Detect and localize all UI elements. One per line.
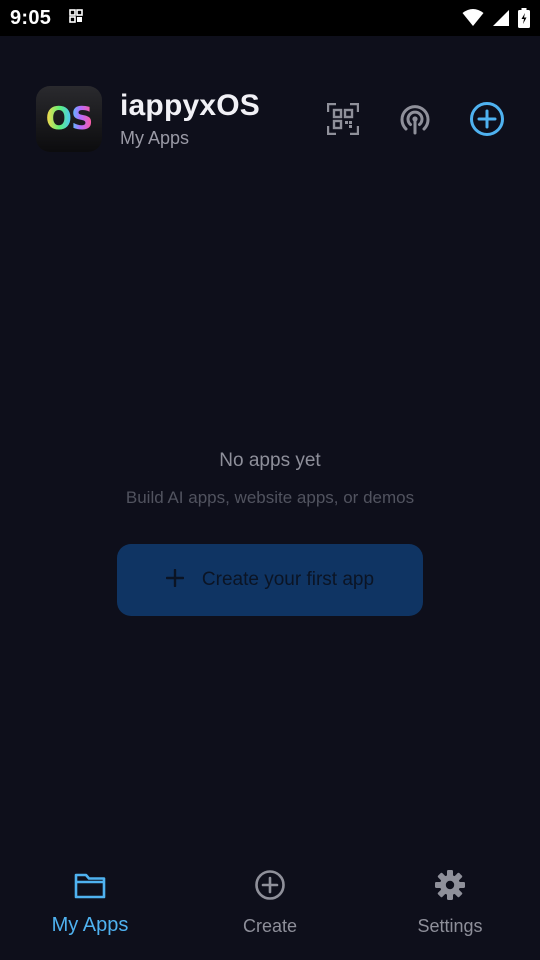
nav-item-settings[interactable]: Settings [360, 869, 540, 960]
qr-scan-button[interactable] [324, 102, 362, 140]
page-subtitle: My Apps [120, 128, 190, 148]
create-first-app-button[interactable]: Create your first app [117, 544, 423, 616]
qr-scan-icon [326, 102, 360, 140]
broadcast-icon [398, 102, 432, 141]
nav-label-create: Create [242, 916, 298, 936]
page-title: iappyxOS [120, 89, 260, 122]
add-circle-icon [254, 869, 286, 906]
app-logo: OS [36, 86, 102, 152]
broadcast-button[interactable] [396, 102, 434, 140]
app-header: OS iappyxOS My Apps [36, 86, 506, 154]
nav-label-settings: Settings [417, 916, 483, 936]
notification-grid-icon [69, 8, 84, 28]
status-time: 9:05 [10, 6, 52, 29]
empty-state: No apps yet Build AI apps, website apps,… [0, 450, 540, 508]
add-circle-icon [469, 101, 505, 142]
folder-icon [74, 871, 106, 904]
wifi-icon [462, 9, 484, 27]
nav-label-my-apps: My Apps [51, 914, 129, 936]
add-app-button[interactable] [468, 101, 506, 142]
create-first-app-label: Create your first app [201, 569, 375, 590]
battery-charging-icon [518, 8, 530, 28]
plus-icon [165, 568, 185, 592]
bottom-navigation: My Apps Create Settings [0, 869, 540, 960]
nav-item-create[interactable]: Create [180, 869, 360, 960]
status-bar: 9:05 [0, 0, 540, 36]
nav-item-my-apps[interactable]: My Apps [0, 872, 180, 960]
gear-icon [434, 869, 466, 906]
empty-state-title: No apps yet [219, 450, 321, 471]
signal-icon [492, 9, 510, 27]
app-logo-text: OS [45, 101, 94, 137]
empty-state-subtitle: Build AI apps, website apps, or demos [125, 488, 415, 507]
